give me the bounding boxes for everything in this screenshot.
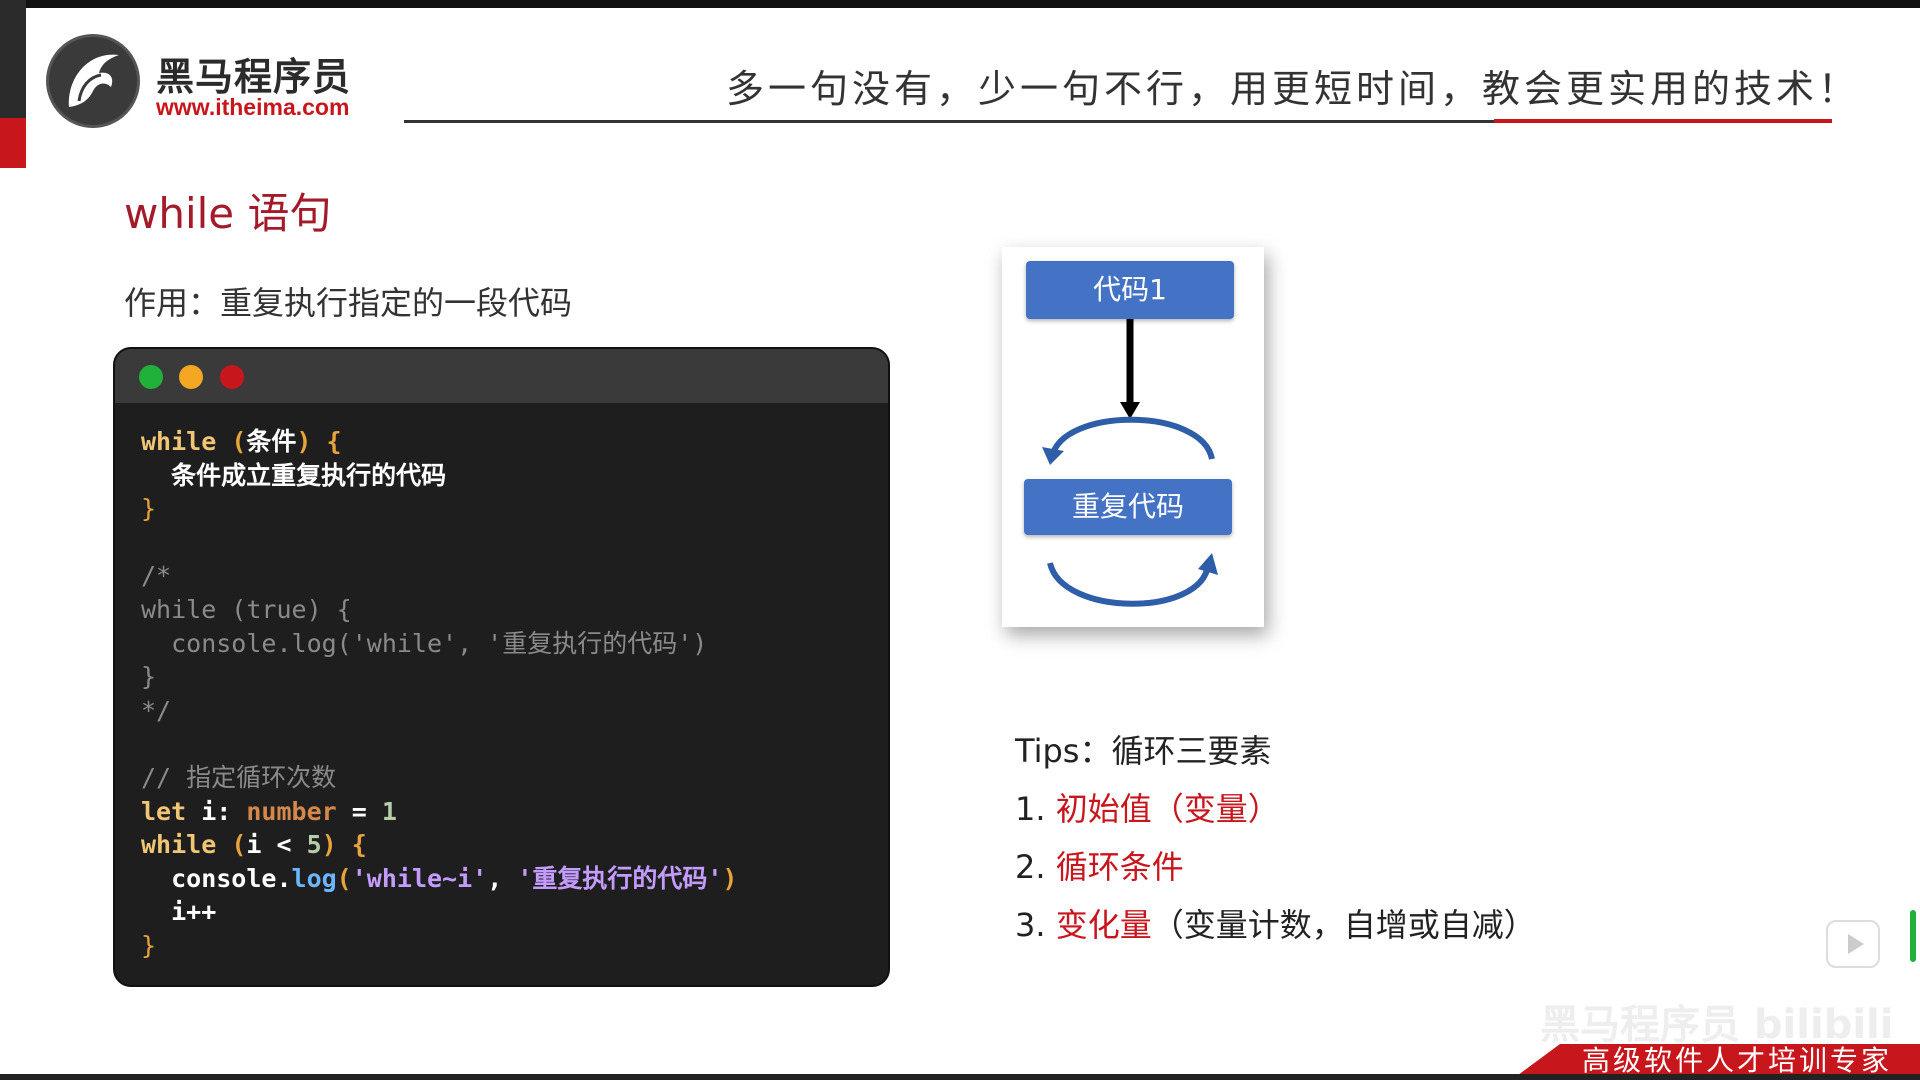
- brand-logo: 黑马程序员 www.itheima.com: [46, 34, 376, 128]
- scroll-indicator[interactable]: [1910, 910, 1916, 962]
- footer-tagline: 高级软件人才培训专家: [1582, 1044, 1893, 1077]
- code-line: */: [141, 695, 172, 725]
- code-window-titlebar: [115, 349, 888, 403]
- tip-highlight: 循环条件: [1055, 848, 1184, 886]
- header-divider: [404, 120, 1494, 123]
- window-dot-green-icon: [139, 365, 163, 389]
- brand-url: www.itheima.com: [156, 94, 350, 120]
- flow-box-repeat-code: 重复代码: [1024, 479, 1232, 535]
- window-dot-yellow-icon: [179, 365, 203, 389]
- code-line: 条件成立重复执行的代码: [141, 460, 447, 490]
- code-line: }: [141, 494, 157, 524]
- code-body: while (条件) { 条件成立重复执行的代码 } /* while (tru…: [141, 425, 878, 963]
- code-line: while (条件) {: [141, 427, 342, 456]
- bottom-border: [0, 1074, 1920, 1080]
- loop-arrow-top-icon: [1049, 416, 1215, 460]
- slide-purpose: 作用：重复执行指定的一段代码: [124, 284, 573, 322]
- tip-item-initial-value: 1. 初始值（变量）: [1015, 784, 1280, 830]
- slide-title: while 语句: [124, 189, 332, 238]
- tip-number: 2.: [1015, 848, 1056, 886]
- window-dot-red-icon: [220, 365, 244, 389]
- brand-name: 黑马程序员: [156, 55, 352, 99]
- horse-logo-icon: [46, 34, 140, 128]
- top-border: [0, 0, 1920, 8]
- flow-box-code1: 代码1: [1026, 261, 1234, 319]
- code-line: }: [141, 662, 157, 692]
- play-button-icon[interactable]: [1826, 920, 1880, 968]
- code-line: while (true) {: [141, 594, 352, 624]
- tip-highlight: 变化量: [1055, 906, 1152, 944]
- tips-heading: Tips：循环三要素: [1015, 732, 1272, 770]
- tip-item-change-amount: 3. 变化量（变量计数，自增或自减）: [1015, 900, 1536, 946]
- tip-number: 3.: [1015, 906, 1056, 944]
- code-line: console.log('while~i', '重复执行的代码'): [141, 863, 738, 893]
- code-line: let i: number = 1: [141, 796, 397, 826]
- flowchart: 代码1 重复代码: [1002, 247, 1264, 627]
- left-accent-bar: [0, 0, 26, 118]
- header-divider-accent: [1494, 119, 1832, 123]
- tip-detail: （变量计数，自增或自减）: [1151, 906, 1536, 944]
- tip-item-loop-condition: 2. 循环条件: [1015, 842, 1184, 888]
- watermark: 黑马程序员 bilibili: [1540, 1002, 1894, 1048]
- code-line: while (i < 5) {: [141, 830, 367, 860]
- code-line: i++: [141, 897, 217, 927]
- code-window: while (条件) { 条件成立重复执行的代码 } /* while (tru…: [113, 347, 890, 987]
- loop-arrow-bottom-icon: [1047, 562, 1211, 607]
- left-accent-bar-red: [0, 118, 26, 168]
- code-line: console.log('while', '重复执行的代码'): [141, 628, 708, 658]
- code-line: /*: [141, 561, 172, 591]
- code-line: // 指定循环次数: [141, 762, 337, 792]
- header-slogan: 多一句没有，少一句不行，用更短时间，教会更实用的技术！: [726, 67, 1861, 111]
- tip-number: 1.: [1015, 790, 1056, 828]
- tip-highlight: 初始值（变量）: [1055, 790, 1280, 828]
- code-line: }: [141, 930, 157, 960]
